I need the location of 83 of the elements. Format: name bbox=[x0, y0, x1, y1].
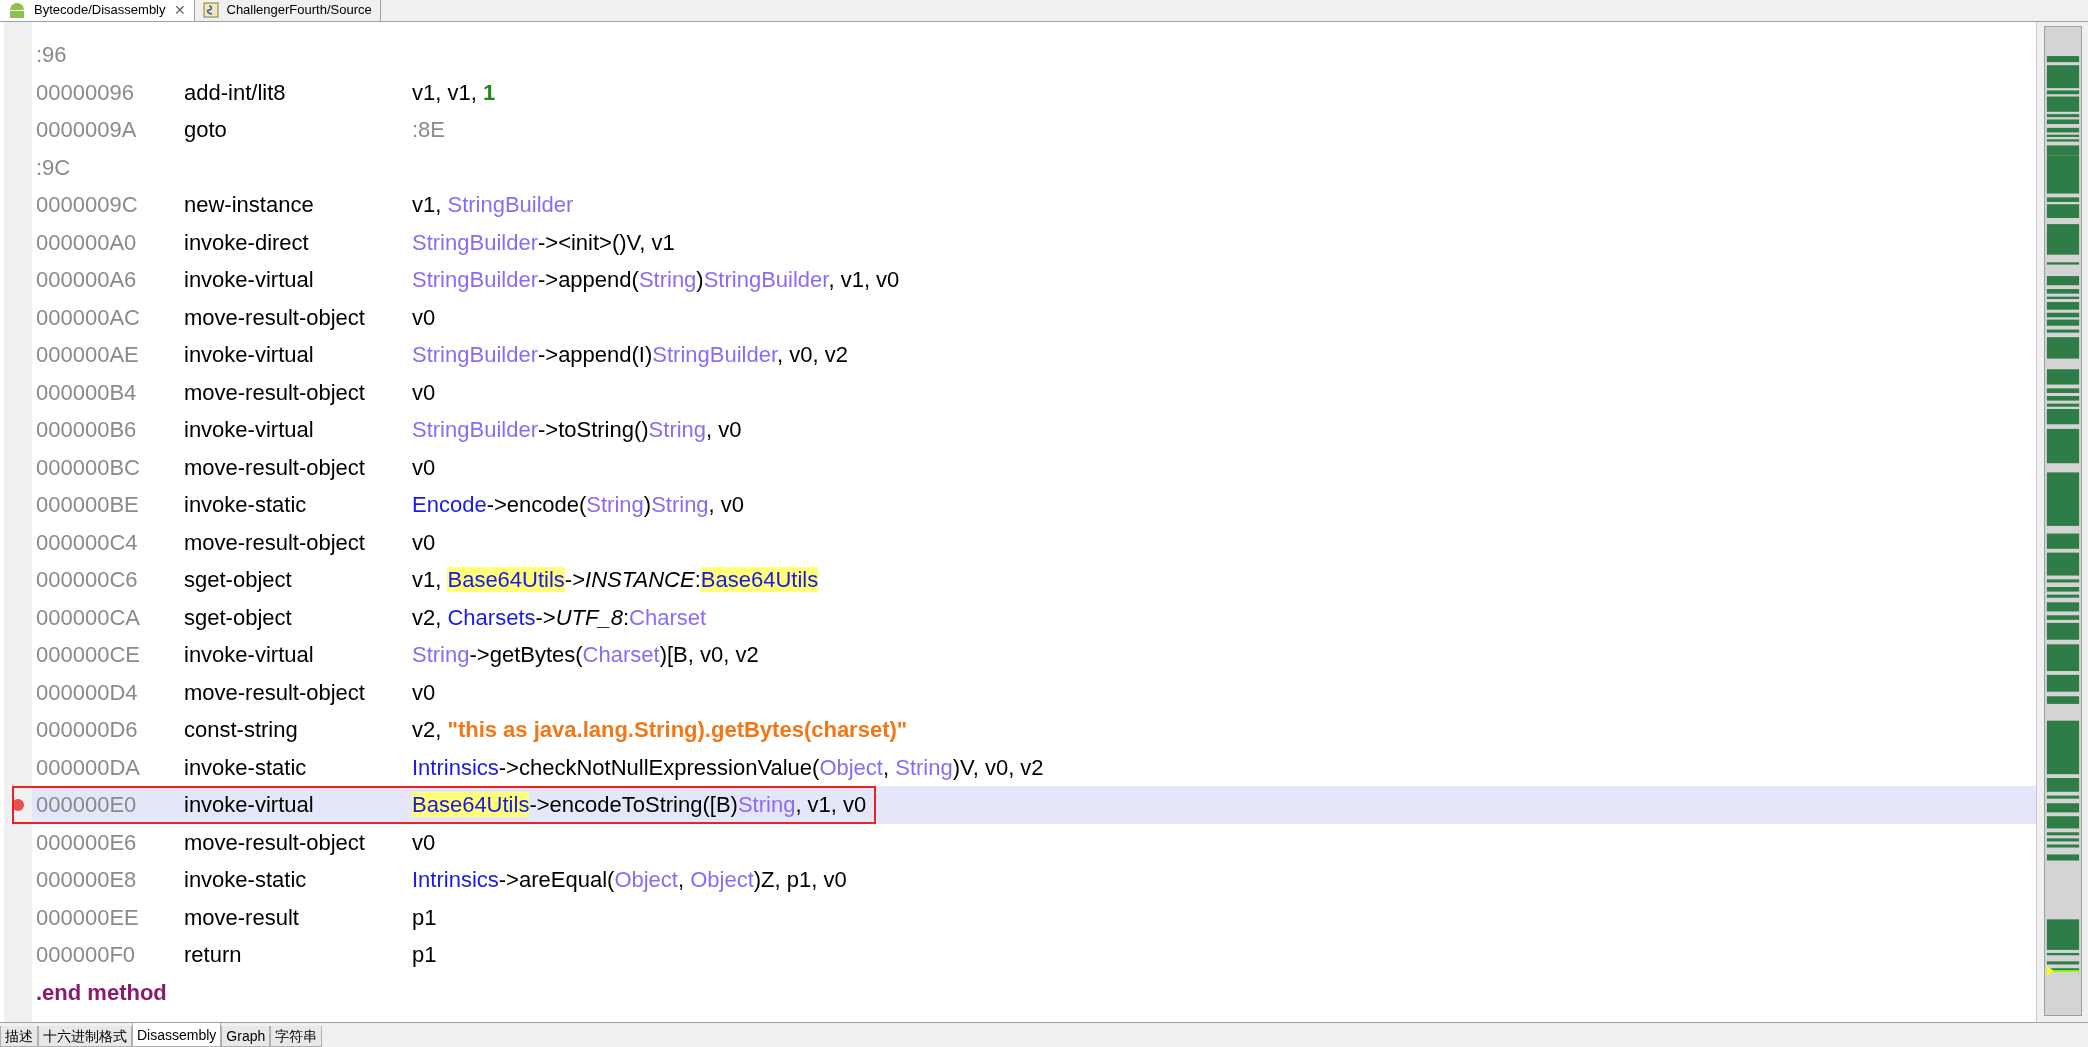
opcode-text: move-result-object bbox=[184, 678, 366, 707]
view-tab[interactable]: 十六进制格式 bbox=[38, 1026, 132, 1047]
operand-text: StringBuilder-><init>()V, v1 bbox=[412, 228, 675, 257]
opcode-text: add-int/lit8 bbox=[184, 78, 287, 107]
opcode-text: move-result-object bbox=[184, 828, 366, 857]
address-text: 000000C6 bbox=[36, 566, 139, 595]
address-text: 000000E0 bbox=[36, 791, 138, 820]
operand-text: Encode->encode(String)String, v0 bbox=[412, 491, 745, 520]
view-tab[interactable]: Disassembly bbox=[132, 1023, 222, 1047]
operand-text: v2, "this as java.lang.String).getBytes(charset)" bbox=[412, 716, 908, 745]
address-text: 00000096 bbox=[36, 78, 135, 107]
operand-text: StringBuilder->append(String)StringBuilder, v1, v0 bbox=[412, 266, 900, 295]
address-text: 000000F0 bbox=[36, 941, 137, 970]
operand-text: v1, StringBuilder bbox=[412, 191, 574, 220]
operand-text: v0 bbox=[412, 378, 436, 407]
operand-text: String->getBytes(Charset)[B, v0, v2 bbox=[412, 641, 759, 670]
operand-text: v0 bbox=[412, 528, 436, 557]
opcode-text: invoke-virtual bbox=[184, 341, 315, 370]
operand-text: v0 bbox=[412, 828, 436, 857]
address-text: 000000A0 bbox=[36, 228, 138, 257]
address-text: 000000BE bbox=[36, 491, 140, 520]
view-tab[interactable]: 描述 bbox=[0, 1026, 38, 1047]
operand-text: p1 bbox=[412, 941, 437, 970]
opcode-text: move-result bbox=[184, 903, 300, 932]
opcode-text: invoke-static bbox=[184, 753, 308, 782]
address-text: 000000C4 bbox=[36, 528, 139, 557]
android-icon bbox=[8, 2, 26, 18]
opcode-text: move-result-object bbox=[184, 528, 366, 557]
tab-label: ChallengerFourth/Source bbox=[226, 1, 372, 20]
operand-text: :8E bbox=[412, 116, 446, 145]
opcode-text: invoke-virtual bbox=[184, 416, 315, 445]
address-text: 000000DA bbox=[36, 753, 141, 782]
opcode-text: move-result-object bbox=[184, 378, 366, 407]
address-text: 000000D6 bbox=[36, 716, 139, 745]
close-icon[interactable]: ✕ bbox=[173, 3, 186, 17]
operand-text: Intrinsics->checkNotNullExpressionValue(Object, String)V, v0, v2 bbox=[412, 753, 1044, 782]
operand-text: StringBuilder->append(I)StringBuilder, v0, v2 bbox=[412, 341, 848, 370]
operand-text: StringBuilder->toString()String, v0 bbox=[412, 416, 742, 445]
address-text: 000000A6 bbox=[36, 266, 138, 295]
directive-text: .end method bbox=[36, 978, 167, 1007]
opcode-text: invoke-direct bbox=[184, 228, 310, 257]
operand-text: v0 bbox=[412, 303, 436, 332]
address-text: 000000B4 bbox=[36, 378, 138, 407]
opcode-text: invoke-static bbox=[184, 866, 308, 895]
view-tab[interactable]: 字符串 bbox=[270, 1026, 323, 1047]
opcode-text: new-instance bbox=[184, 191, 315, 220]
opcode-text: invoke-static bbox=[184, 491, 308, 520]
address-text: 000000AE bbox=[36, 341, 140, 370]
operand-text: Intrinsics->areEqual(Object, Object)Z, p1, v0 bbox=[412, 866, 847, 895]
operand-text: v1, Base64Utils->INSTANCE:Base64Utils bbox=[412, 566, 819, 595]
opcode-text: sget-object bbox=[184, 566, 293, 595]
address-text: 000000CE bbox=[36, 641, 141, 670]
address-text: 000000CA bbox=[36, 603, 141, 632]
operand-text: v0 bbox=[412, 453, 436, 482]
opcode-text: goto bbox=[184, 116, 228, 145]
operand-text: p1 bbox=[412, 903, 437, 932]
tab-label: Bytecode/Disassembly bbox=[34, 1, 166, 20]
operand-text: v0 bbox=[412, 678, 436, 707]
opcode-text: move-result-object bbox=[184, 453, 366, 482]
address-text: 000000B6 bbox=[36, 416, 138, 445]
address-text: 000000BC bbox=[36, 453, 141, 482]
editor-tab[interactable]: Bytecode/Disassembly ✕ bbox=[0, 0, 195, 21]
opcode-text: invoke-virtual bbox=[184, 791, 315, 820]
opcode-text: invoke-virtual bbox=[184, 266, 315, 295]
opcode-text: return bbox=[184, 941, 243, 970]
opcode-text: invoke-virtual bbox=[184, 641, 315, 670]
operand-text: v1, v1, 1 bbox=[412, 78, 496, 107]
label-text: :9C bbox=[36, 153, 71, 182]
operand-text: v2, Charsets->UTF_8:Charset bbox=[412, 603, 707, 632]
opcode-text: move-result-object bbox=[184, 303, 366, 332]
document-icon bbox=[202, 2, 219, 18]
opcode-text: const-string bbox=[184, 716, 299, 745]
address-text: 0000009C bbox=[36, 191, 139, 220]
address-text: 0000009A bbox=[36, 116, 138, 145]
address-text: 000000E6 bbox=[36, 828, 138, 857]
label-text: :96 bbox=[36, 41, 67, 70]
opcode-text: sget-object bbox=[184, 603, 293, 632]
operand-text: Base64Utils->encodeToString([B)String, v1, v0 bbox=[412, 791, 867, 820]
view-tab[interactable]: Graph bbox=[221, 1026, 271, 1047]
address-text: 000000E8 bbox=[36, 866, 138, 895]
address-text: 000000EE bbox=[36, 903, 140, 932]
address-text: 000000D4 bbox=[36, 678, 139, 707]
address-text: 000000AC bbox=[36, 303, 141, 332]
